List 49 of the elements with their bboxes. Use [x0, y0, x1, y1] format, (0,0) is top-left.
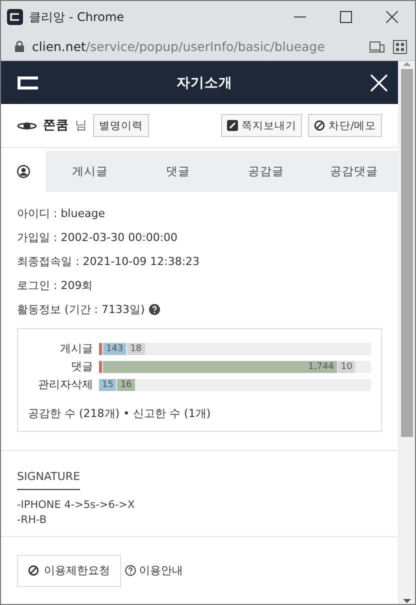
info-line: 가입일 : 2002-03-30 00:00:00: [17, 230, 179, 246]
pencil-icon: [227, 120, 238, 131]
info-line: 최종접속일 : 2021-10-09 12:38:23: [17, 254, 201, 270]
bar-segment: 1,744: [103, 360, 337, 372]
stat-label: 게시글: [59, 341, 94, 356]
planet-icon: [17, 120, 37, 130]
stat-label: 댓글: [70, 359, 94, 374]
maximize-icon: [340, 11, 352, 23]
bar-segment: 15: [99, 378, 116, 390]
tab[interactable]: 게시글: [46, 151, 134, 192]
signature-title: SIGNATURE: [17, 470, 80, 490]
bar-segment: 10: [338, 360, 356, 372]
popup-title: 자기소개: [176, 74, 232, 92]
report-button[interactable]: 이용제한요청: [17, 554, 121, 586]
grid-icon[interactable]: [393, 40, 407, 54]
ban-icon: [28, 565, 39, 576]
nickname: 쫀쿰: [43, 117, 69, 134]
tab[interactable]: 공감글: [222, 151, 310, 192]
bar-segment: 18: [127, 342, 145, 354]
user-icon: [17, 165, 30, 178]
info-line: 로그인 : 209회: [17, 278, 94, 294]
bar-segment: 143: [103, 342, 126, 354]
tab[interactable]: [1, 151, 46, 192]
scrollbar[interactable]: [398, 61, 415, 604]
close-icon[interactable]: [370, 74, 388, 92]
history-button[interactable]: 별명이력: [93, 114, 149, 137]
scroll-down-icon[interactable]: [402, 598, 410, 604]
nickname-suffix: 님: [75, 117, 87, 134]
stat-label: 관리자삭제: [37, 377, 94, 392]
question-icon: [125, 565, 136, 576]
logo-icon: [17, 76, 39, 90]
window-title: 클리앙 - Chrome: [29, 8, 126, 26]
tab[interactable]: 공감댓글: [310, 151, 398, 192]
info-line: 아이디 : blueage: [17, 206, 106, 222]
block-button[interactable]: 차단/메모: [308, 114, 382, 137]
bar-segment: 16: [117, 378, 135, 390]
device-icon[interactable]: [369, 40, 385, 52]
app-icon: [7, 9, 23, 25]
help-icon[interactable]: [148, 304, 160, 315]
activity-title: 활동정보 (기간 : 7133일): [17, 302, 145, 318]
ban-icon: [314, 120, 326, 131]
tab[interactable]: 댓글: [134, 151, 222, 192]
signature-line: -RH-B: [17, 513, 48, 528]
lock-icon: [15, 41, 24, 52]
message-button[interactable]: 쪽지보내기: [221, 114, 302, 137]
close-icon: [386, 11, 398, 23]
stats-summary: 공감한 수 (218개) • 신고한 수 (1개): [28, 406, 212, 421]
help-link[interactable]: 이용안내: [125, 563, 183, 578]
signature-line: -IPHONE 4->5s->6->X: [17, 498, 136, 513]
